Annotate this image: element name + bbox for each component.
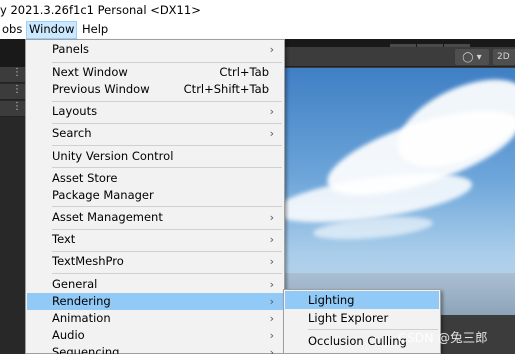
- submenu-arrow-icon: ›: [269, 329, 274, 342]
- menu-item-package-manager[interactable]: Package Manager: [27, 187, 283, 204]
- submenu-arrow-icon: ›: [269, 105, 274, 118]
- menu-item-asset-management[interactable]: Asset Management ›: [27, 209, 283, 226]
- menu-item-label: Previous Window: [52, 82, 150, 96]
- csdn-watermark: CSDN @兔三郎: [398, 330, 488, 345]
- menu-separator: [52, 167, 282, 168]
- menu-item-search[interactable]: Search ›: [27, 125, 283, 142]
- kebab-menu-icon[interactable]: ⋮: [0, 101, 25, 117]
- menu-item-label: General: [52, 277, 98, 291]
- menu-separator: [52, 123, 282, 124]
- menu-item-previous-window[interactable]: Previous Window Ctrl+Shift+Tab: [27, 81, 283, 98]
- menu-item-panels[interactable]: Panels ›: [27, 41, 283, 58]
- menu-item-sequencing[interactable]: Sequencing ›: [27, 344, 283, 354]
- menu-separator: [52, 145, 282, 146]
- menu-item-label: Layouts: [52, 104, 98, 118]
- menu-item-label: Asset Store: [52, 171, 118, 185]
- menu-item-audio[interactable]: Audio ›: [27, 327, 283, 344]
- window-title: y 2021.3.26f1c1 Personal <DX11>: [0, 3, 201, 17]
- menu-item-label: Sequencing: [52, 345, 120, 354]
- menu-separator: [52, 251, 282, 252]
- menu-item-label: Next Window: [52, 65, 128, 79]
- menu-item-label: Audio: [52, 328, 85, 342]
- menu-item-rendering[interactable]: Rendering ›: [27, 293, 283, 310]
- menu-item-unity-version-control[interactable]: Unity Version Control: [27, 148, 283, 165]
- menubar-item-help[interactable]: Help: [80, 21, 110, 39]
- menu-item-asset-store[interactable]: Asset Store: [27, 170, 283, 187]
- menu-item-label: Text: [52, 232, 76, 246]
- menu-separator: [52, 62, 282, 63]
- submenu-arrow-icon: ›: [269, 346, 274, 354]
- menu-separator: [52, 229, 282, 230]
- submenu-item-light-explorer[interactable]: Light Explorer: [285, 309, 439, 327]
- menu-separator: [52, 273, 282, 274]
- 2d-mode-button[interactable]: 2D: [493, 49, 515, 65]
- kebab-menu-icon[interactable]: ⋮: [0, 84, 25, 100]
- submenu-arrow-icon: ›: [269, 255, 274, 268]
- menu-item-text[interactable]: Text ›: [27, 231, 283, 248]
- scene-view-skybox: [283, 68, 515, 315]
- submenu-arrow-icon: ›: [269, 312, 274, 325]
- scene-view-toolbar: ◯ ▾ 2D: [283, 47, 515, 67]
- submenu-arrow-icon: ›: [269, 127, 274, 140]
- submenu-arrow-icon: ›: [269, 211, 274, 224]
- menu-item-textmeshpro[interactable]: TextMeshPro ›: [27, 253, 283, 270]
- submenu-arrow-icon: ›: [269, 233, 274, 246]
- submenu-arrow-icon: ›: [269, 43, 274, 56]
- menu-item-next-window[interactable]: Next Window Ctrl+Tab: [27, 64, 283, 81]
- menu-item-label: TextMeshPro: [52, 254, 124, 268]
- gizmo-toggle-icon[interactable]: ◯ ▾: [455, 49, 489, 65]
- menu-separator: [52, 206, 282, 207]
- hierarchy-panel-edge: ⋮ ⋮ ⋮: [0, 67, 25, 354]
- window-menu-dropdown: Panels › Next Window Ctrl+Tab Previous W…: [25, 39, 285, 354]
- menubar-item-jobs[interactable]: obs: [0, 21, 24, 39]
- menu-bar: obs Window Help: [0, 21, 515, 39]
- menu-item-label: Panels: [52, 42, 90, 56]
- submenu-arrow-icon: ›: [269, 295, 274, 308]
- menu-separator: [52, 101, 282, 102]
- menu-item-general[interactable]: General ›: [27, 276, 283, 293]
- submenu-item-lighting[interactable]: Lighting: [285, 291, 439, 309]
- menu-item-animation[interactable]: Animation ›: [27, 310, 283, 327]
- shortcut-label: Ctrl+Shift+Tab: [183, 82, 269, 96]
- shortcut-label: Ctrl+Tab: [219, 65, 269, 79]
- menubar-item-window[interactable]: Window: [26, 21, 78, 39]
- submenu-arrow-icon: ›: [269, 278, 274, 291]
- menu-item-label: Package Manager: [52, 188, 154, 202]
- menu-item-layouts[interactable]: Layouts ›: [27, 103, 283, 120]
- kebab-menu-icon[interactable]: ⋮: [0, 67, 25, 83]
- menu-item-label: Animation: [52, 311, 111, 325]
- menu-item-label: Asset Management: [52, 210, 163, 224]
- title-bar: y 2021.3.26f1c1 Personal <DX11>: [0, 0, 515, 21]
- menu-item-label: Search: [52, 126, 92, 140]
- menu-item-label: Unity Version Control: [52, 149, 174, 163]
- menu-item-label: Rendering: [52, 294, 111, 308]
